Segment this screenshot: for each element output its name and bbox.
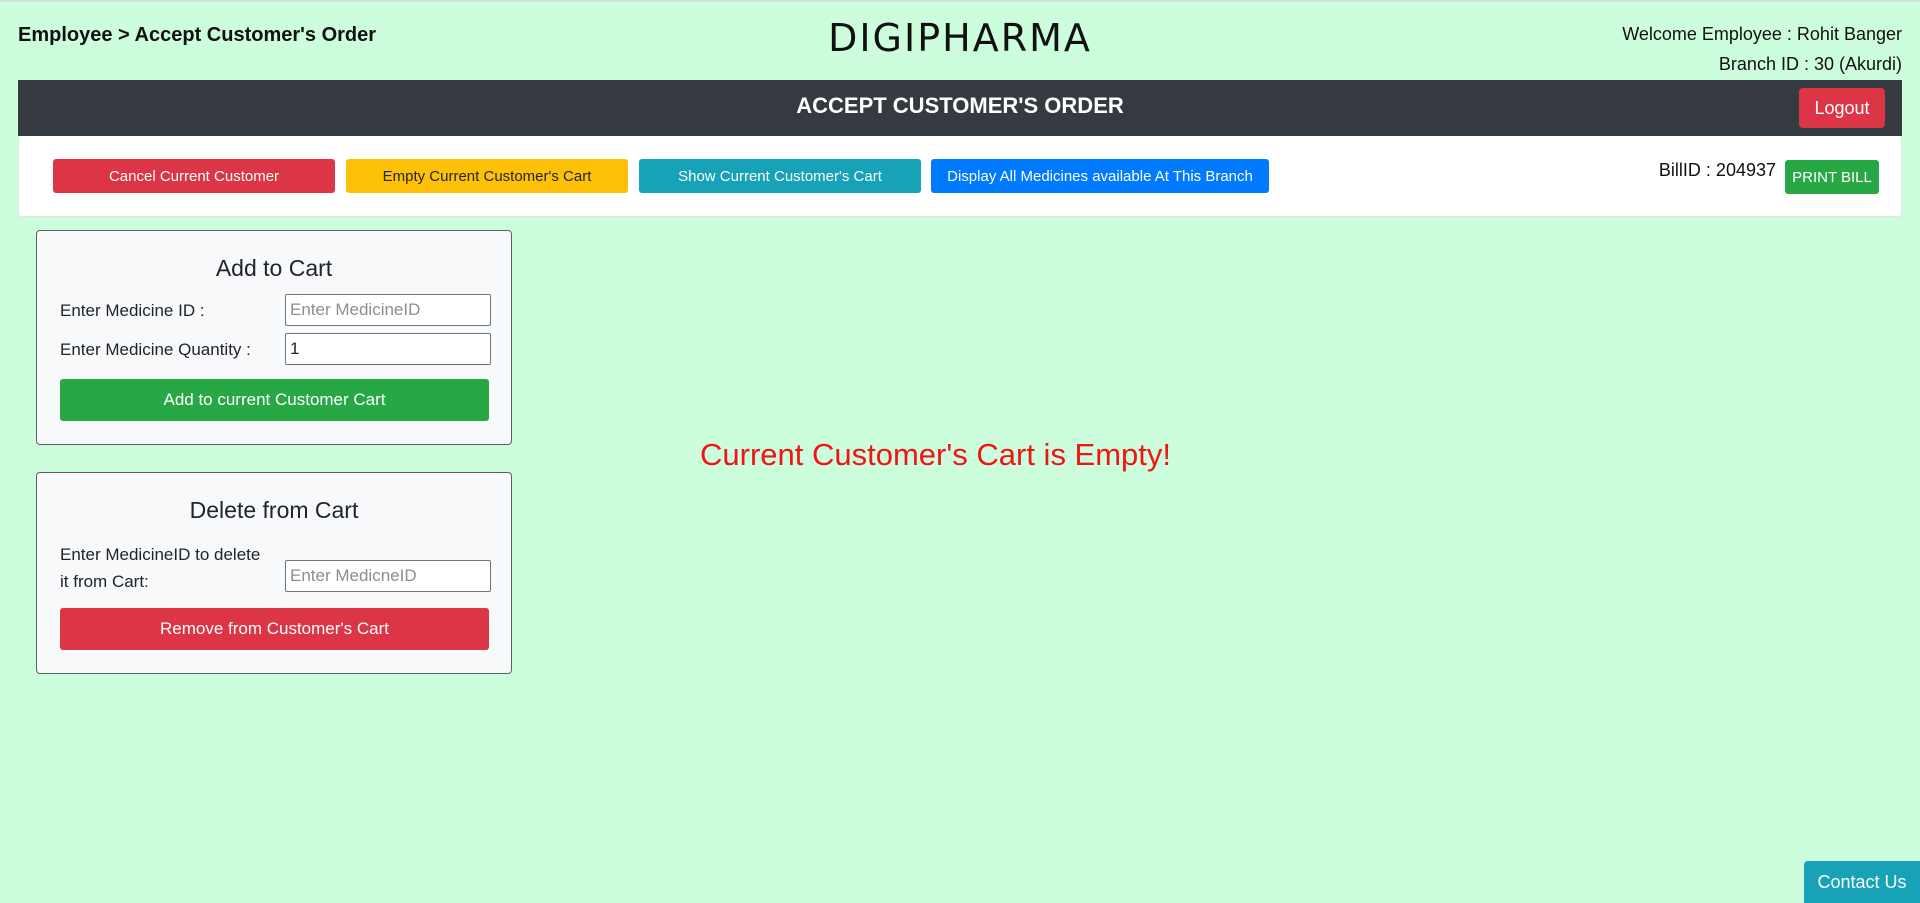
- welcome-text: Welcome Employee : Rohit Banger: [1622, 24, 1902, 44]
- delete-from-cart-title: Delete from Cart: [189, 497, 359, 523]
- cancel-customer-button[interactable]: Cancel Current Customer: [53, 159, 335, 193]
- display-medicines-button[interactable]: Display All Medicines available At This …: [931, 159, 1269, 193]
- medicine-id-label: Enter Medicine ID :: [60, 301, 205, 320]
- page-navbar: ACCEPT CUSTOMER'S ORDER Logout: [18, 80, 1902, 136]
- empty-cart-button[interactable]: Empty Current Customer's Cart: [346, 159, 628, 193]
- medicine-id-input[interactable]: [285, 294, 491, 326]
- add-to-cart-button[interactable]: Add to current Customer Cart: [60, 379, 489, 421]
- delete-label-line-1: Enter MedicineID to delete: [60, 545, 261, 564]
- action-toolbar: Cancel Current Customer Empty Current Cu…: [18, 136, 1902, 217]
- user-info: Welcome Employee : Rohit Banger Branch I…: [1622, 19, 1902, 79]
- bill-id: BillID : 204937: [1658, 160, 1776, 180]
- remove-from-cart-button[interactable]: Remove from Customer's Cart: [60, 608, 489, 650]
- medicine-quantity-label: Enter Medicine Quantity :: [60, 340, 251, 359]
- delete-label-line-2: it from Cart:: [60, 572, 149, 591]
- delete-medicine-id-input[interactable]: [285, 560, 491, 592]
- branch-text: Branch ID : 30 (Akurdi): [1718, 54, 1902, 74]
- empty-cart-message: Current Customer's Cart is Empty!: [700, 437, 1172, 472]
- print-bill-button[interactable]: PRINT BILL: [1785, 160, 1879, 194]
- show-cart-button[interactable]: Show Current Customer's Cart: [639, 159, 921, 193]
- top-border-line: [0, 0, 1920, 2]
- delete-medicine-id-label: Enter MedicineID to delete it from Cart:: [60, 541, 260, 595]
- page-title: ACCEPT CUSTOMER'S ORDER: [796, 93, 1124, 118]
- add-to-cart-title: Add to Cart: [215, 255, 333, 281]
- delete-from-cart-card: Delete from Cart Enter MedicineID to del…: [36, 472, 512, 674]
- logout-button[interactable]: Logout: [1799, 88, 1885, 128]
- contact-us-button[interactable]: Contact Us: [1804, 861, 1920, 903]
- medicine-quantity-input[interactable]: [285, 333, 491, 365]
- add-to-cart-card: Add to Cart Enter Medicine ID : Enter Me…: [36, 230, 512, 445]
